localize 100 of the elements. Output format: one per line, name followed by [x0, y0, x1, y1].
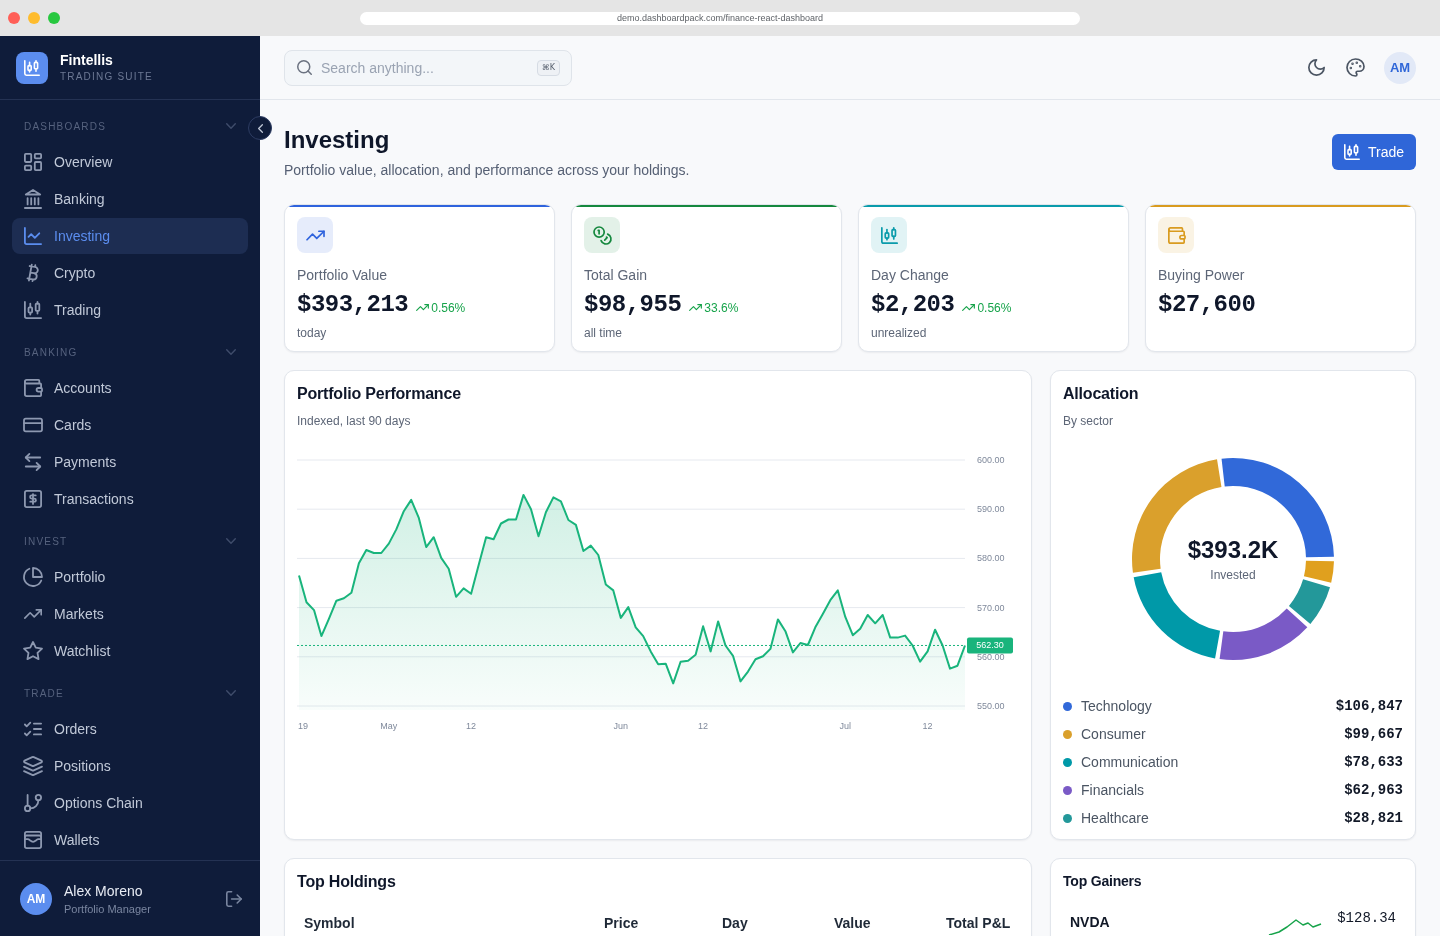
user-name: Alex Moreno — [64, 881, 144, 900]
nav-item[interactable]: Accounts — [12, 370, 248, 406]
legend-label: Communication — [1081, 754, 1179, 770]
coins-icon — [584, 217, 620, 253]
nav-item[interactable]: Crypto — [12, 255, 248, 291]
axis-label: 12 — [922, 721, 933, 731]
legend-value: $28,821 — [1344, 810, 1403, 826]
legend-label: Financials — [1081, 782, 1145, 798]
logout-icon[interactable] — [226, 890, 242, 907]
axis-label: 590.00 — [977, 504, 1005, 515]
brand-tagline: TRADING SUITE — [60, 70, 153, 84]
chevron-left-icon — [257, 123, 263, 133]
dashboard-grid-icon — [24, 153, 42, 171]
kpi-value: $27,600 — [1158, 290, 1256, 320]
card-subtitle: Indexed, last 90 days — [297, 413, 412, 429]
legend-value: $106,847 — [1335, 698, 1403, 714]
card-title: Top Gainers — [1063, 872, 1143, 891]
nav-item[interactable]: Trading — [12, 292, 248, 328]
line-chart-icon — [24, 227, 42, 245]
wallet-icon — [24, 379, 42, 397]
nav-item[interactable]: Wallets — [12, 822, 248, 858]
legend-value: $99,667 — [1344, 726, 1403, 742]
swap-arrows-icon — [24, 453, 42, 471]
nav-item[interactable]: Markets — [12, 596, 248, 632]
kpi-change: 33.6% — [704, 300, 739, 315]
card-title: Top Holdings — [297, 872, 397, 892]
axis-label: Jun — [613, 721, 629, 731]
kpi-note: today — [297, 325, 328, 341]
checklist-icon — [24, 720, 42, 738]
axis-label: 19 — [298, 721, 308, 731]
candlestick-chart-icon — [1343, 144, 1360, 160]
legend-label: Healthcare — [1081, 810, 1149, 826]
nav-item[interactable]: Investing — [12, 218, 248, 254]
nav-item[interactable]: Orders — [12, 711, 248, 747]
axis-label: 570.00 — [977, 602, 1005, 613]
stock-price: $128.34 — [1337, 909, 1396, 928]
nav-item[interactable]: Watchlist — [12, 633, 248, 669]
nav-item[interactable]: Portfolio — [12, 559, 248, 595]
candlestick-logo-icon — [16, 51, 48, 84]
brand-name: Fintellis — [60, 51, 114, 69]
wallet-cards-icon — [24, 831, 42, 849]
legend-value: $62,963 — [1344, 782, 1403, 798]
user-avatar[interactable]: AM — [1384, 51, 1416, 84]
bank-icon — [24, 190, 42, 208]
page-subtitle: Portfolio value, allocation, and performance across your holdings. — [284, 161, 690, 180]
bitcoin-icon — [24, 264, 42, 282]
page-title: Investing — [284, 125, 391, 155]
kpi-value: $98,955 — [584, 290, 682, 320]
nav-item[interactable]: Transactions — [12, 481, 248, 517]
column-header: Price — [603, 914, 640, 933]
nav-item[interactable]: Options Chain — [12, 785, 248, 821]
palette-icon[interactable] — [1347, 59, 1364, 76]
address-bar[interactable]: demo.dashboardpack.com/finance-react-dashboard — [360, 11, 1080, 25]
layers-icon — [24, 757, 42, 775]
pie-chart-icon — [24, 568, 42, 586]
stock-symbol: NVDA — [1070, 913, 1110, 932]
axis-label: Jul — [839, 721, 852, 731]
card-subtitle: By sector — [1063, 413, 1114, 429]
column-header: Value — [833, 914, 872, 933]
search-icon — [297, 59, 312, 75]
nav-item[interactable]: Positions — [12, 748, 248, 784]
kpi-label: Total Gain — [584, 266, 649, 285]
nav-item[interactable]: Overview — [12, 144, 248, 180]
kpi-note: unrealized — [871, 325, 928, 341]
kpi-label: Buying Power — [1158, 266, 1246, 285]
trade-button[interactable]: Trade — [1331, 134, 1416, 170]
legend-value: $78,633 — [1344, 754, 1403, 770]
axis-label: 12 — [466, 721, 477, 731]
candlestick-chart-icon — [24, 301, 42, 319]
axis-label: 600.00 — [977, 455, 1005, 465]
axis-label: 580.00 — [977, 553, 1005, 564]
nav-item[interactable]: Banking — [12, 181, 248, 217]
candlestick-chart-icon — [871, 217, 907, 253]
kpi-value: $393,213 — [297, 290, 409, 320]
nav-item[interactable]: Payments — [12, 444, 248, 480]
legend-label: Consumer — [1081, 726, 1146, 742]
kpi-change: 0.56% — [977, 300, 1012, 315]
wallet-icon — [1158, 217, 1194, 253]
kpi-label: Day Change — [871, 266, 950, 285]
current-value-label: 562.30 — [967, 637, 1013, 654]
column-header: Symbol — [303, 914, 356, 933]
column-header: Day — [721, 914, 749, 933]
trending-up-icon — [962, 304, 976, 311]
receipt-icon — [24, 490, 42, 508]
moon-icon[interactable] — [1308, 59, 1325, 76]
axis-label: 12 — [698, 721, 709, 731]
donut-caption: Invested — [1210, 566, 1256, 583]
ref-line-label: 562.30 — [976, 640, 1004, 651]
kpi-value: $2,203 — [871, 290, 955, 320]
star-icon — [24, 642, 42, 660]
user-role: Portfolio Manager — [64, 901, 151, 916]
branch-icon — [24, 794, 42, 812]
column-header: Total P&L — [945, 914, 1012, 933]
nav-item[interactable]: Cards — [12, 407, 248, 443]
kpi-label: Portfolio Value — [297, 266, 388, 285]
axis-label: 550.00 — [977, 701, 1005, 711]
trending-up-icon — [689, 304, 703, 311]
trending-up-icon — [416, 304, 430, 311]
donut-total: $393.2K — [1187, 535, 1279, 564]
axis-label: 560.00 — [977, 651, 1005, 662]
